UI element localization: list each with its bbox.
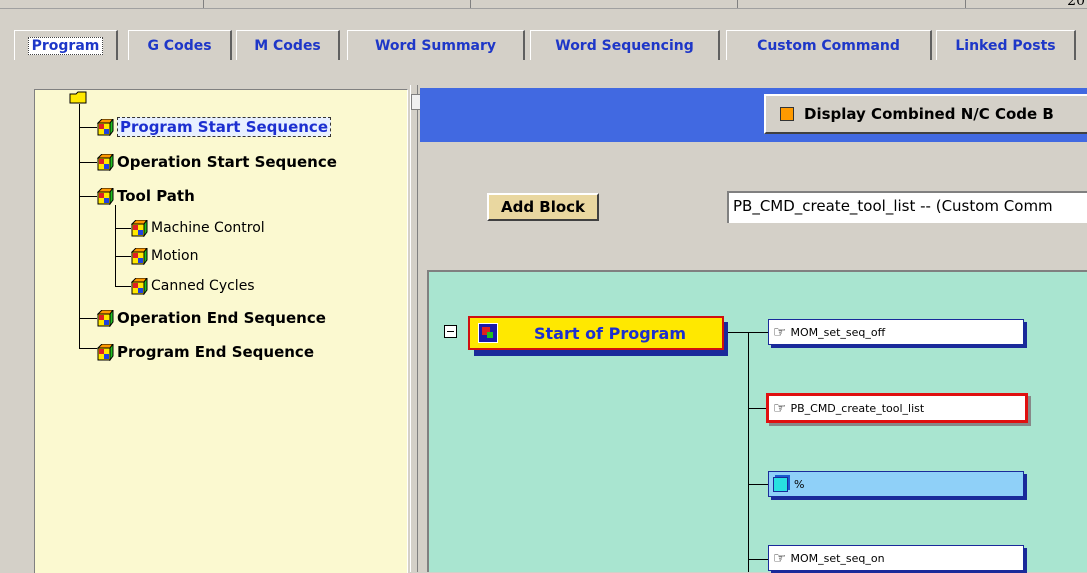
- tree-item-label: Canned Cycles: [151, 278, 255, 294]
- tab-custom-command[interactable]: Custom Command: [726, 30, 932, 60]
- top-strip: [0, 0, 1087, 9]
- tree-item-label: Machine Control: [151, 220, 265, 236]
- start-of-program-label: Start of Program: [533, 323, 687, 343]
- connector-line: [748, 484, 768, 485]
- puzzle-icon: [478, 323, 498, 343]
- tree-item-label: Program End Sequence: [117, 343, 314, 361]
- tree-connector: [79, 104, 80, 348]
- sequence-block-pb-cmd-create-tool-list[interactable]: ☞ PB_CMD_create_tool_list: [766, 393, 1028, 423]
- connector-line: [748, 332, 749, 572]
- tree-connector: [115, 205, 116, 286]
- tree-item-tool-path[interactable]: Tool Path: [97, 186, 195, 206]
- tab-m-codes[interactable]: M Codes: [236, 30, 340, 60]
- tab-program[interactable]: Program: [14, 30, 118, 60]
- display-combined-checkbox[interactable]: [780, 107, 794, 121]
- tree-item-program-end-sequence[interactable]: Program End Sequence: [97, 342, 314, 362]
- tab-label: Custom Command: [757, 37, 900, 54]
- tab-label: Program: [27, 36, 104, 55]
- sequence-block-percent[interactable]: %: [768, 471, 1024, 497]
- collapse-toggle[interactable]: [444, 325, 457, 338]
- cube-icon: [97, 118, 114, 136]
- tree-connector: [79, 348, 97, 349]
- tree-item-operation-start-sequence[interactable]: Operation Start Sequence: [97, 152, 337, 172]
- connector-line: [748, 408, 768, 409]
- tree-connector: [115, 256, 131, 257]
- cube-icon: [97, 153, 114, 171]
- tree-connector: [115, 228, 131, 229]
- tree-item-label: Tool Path: [117, 187, 195, 205]
- tab-label: Linked Posts: [955, 37, 1056, 54]
- panel-splitter[interactable]: [410, 85, 418, 572]
- block-label: PB_CMD_create_tool_list: [790, 401, 925, 415]
- tree-connector: [79, 196, 97, 197]
- top-strip-divider: [737, 0, 738, 8]
- cube-icon: [131, 247, 148, 265]
- tab-word-summary[interactable]: Word Summary: [347, 30, 525, 60]
- tree-connector: [79, 318, 97, 319]
- display-combined-label: Display Combined N/C Code B: [804, 105, 1054, 123]
- sequence-block-mom-set-seq-off[interactable]: ☞ MOM_set_seq_off: [768, 319, 1024, 345]
- cube-icon: [97, 343, 114, 361]
- tree-connector: [79, 127, 97, 128]
- cube-icon: [131, 277, 148, 295]
- tree-item-label: Motion: [151, 248, 199, 264]
- tab-linked-posts[interactable]: Linked Posts: [936, 30, 1076, 60]
- hand-pointer-icon: ☞: [773, 549, 787, 567]
- tree-item-machine-control[interactable]: Machine Control: [131, 218, 265, 238]
- start-of-program-block[interactable]: Start of Program: [468, 316, 724, 350]
- tree-item-program-start-sequence[interactable]: Program Start Sequence: [97, 117, 332, 137]
- corner-text: 20: [1067, 0, 1085, 9]
- tree-item-canned-cycles[interactable]: Canned Cycles: [131, 276, 255, 296]
- block-label: %: [794, 477, 805, 491]
- tree-item-label: Program Start Sequence: [117, 117, 332, 137]
- top-strip-divider: [965, 0, 966, 8]
- sequence-block-mom-set-seq-on[interactable]: ☞ MOM_set_seq_on: [768, 545, 1024, 571]
- cube-icon: [97, 309, 114, 327]
- tab-g-codes[interactable]: G Codes: [128, 30, 232, 60]
- sequence-tree: Program Start Sequence Operation Start S…: [34, 89, 408, 573]
- tree-connector: [79, 162, 97, 163]
- tab-label: Word Summary: [374, 37, 497, 54]
- connector-line: [748, 559, 768, 560]
- tab-word-sequencing[interactable]: Word Sequencing: [530, 30, 720, 60]
- tree-item-operation-end-sequence[interactable]: Operation End Sequence: [97, 308, 326, 328]
- top-strip-divider: [470, 0, 471, 8]
- tab-label: G Codes: [147, 37, 212, 54]
- top-strip-divider: [203, 0, 204, 8]
- folder-icon: [69, 91, 87, 104]
- tree-connector: [115, 286, 131, 287]
- tree-item-label: Operation Start Sequence: [117, 153, 337, 171]
- tree-item-motion[interactable]: Motion: [131, 246, 198, 266]
- connector-line: [748, 332, 768, 333]
- hand-pointer-icon: ☞: [773, 399, 787, 417]
- cube-icon: [97, 187, 114, 205]
- tree-item-label: Operation End Sequence: [117, 309, 326, 327]
- block-label: MOM_set_seq_off: [790, 325, 886, 339]
- hand-pointer-icon: ☞: [773, 323, 787, 341]
- command-select[interactable]: PB_CMD_create_tool_list -- (Custom Comm: [727, 191, 1087, 223]
- tab-label: Word Sequencing: [555, 37, 694, 54]
- tab-label: M Codes: [254, 37, 321, 54]
- add-block-button[interactable]: Add Block: [487, 193, 599, 221]
- display-combined-toggle[interactable]: Display Combined N/C Code B: [764, 94, 1087, 134]
- cube-icon: [773, 476, 788, 492]
- block-label: MOM_set_seq_on: [790, 551, 885, 565]
- cube-icon: [131, 219, 148, 237]
